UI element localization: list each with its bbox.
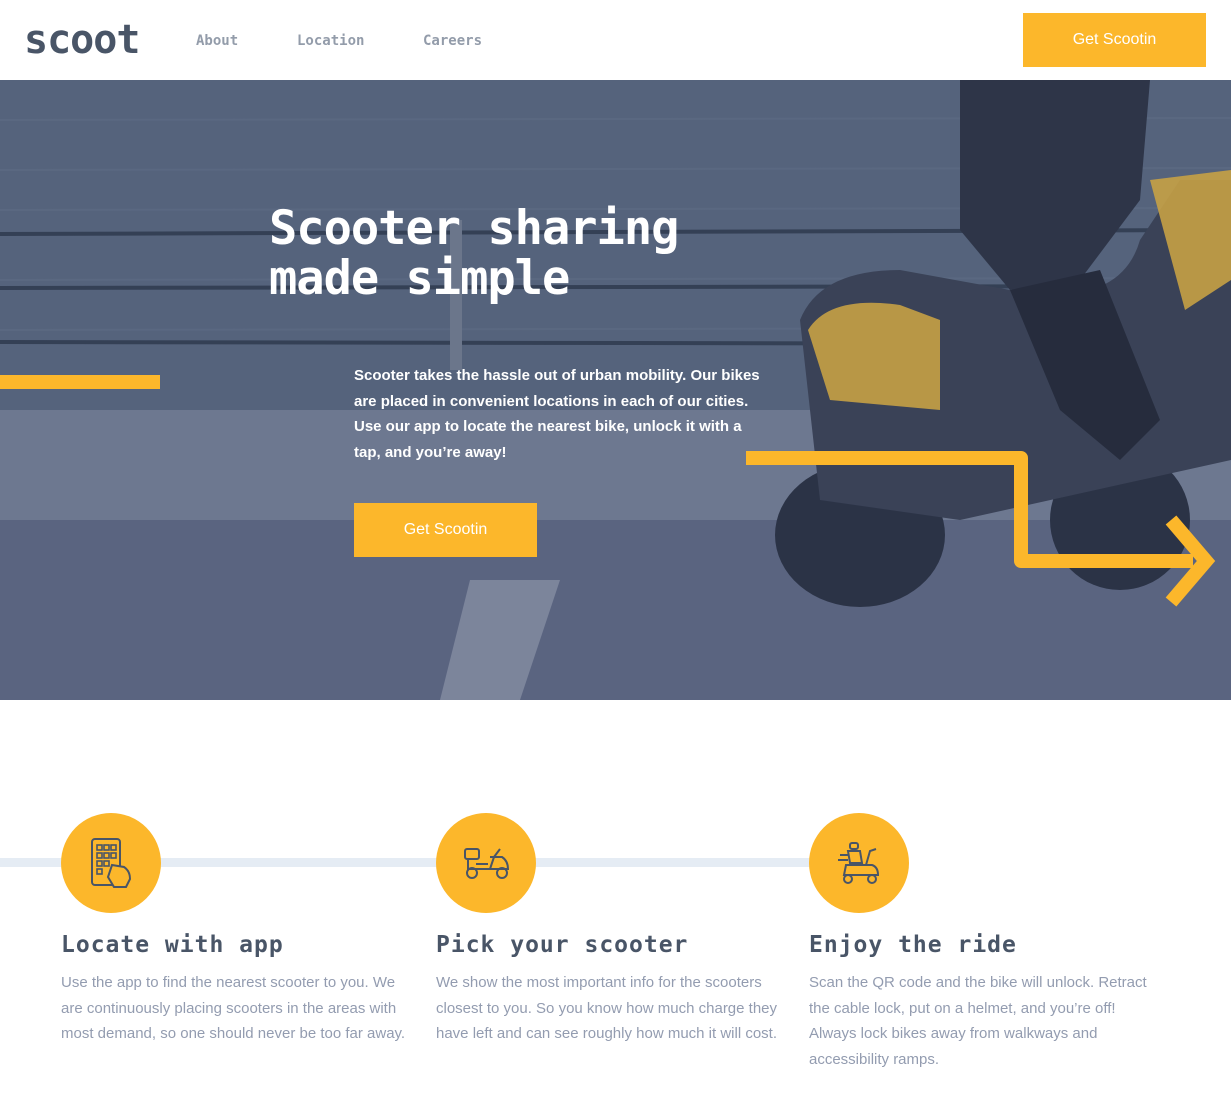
scooter-ride-icon (838, 842, 880, 884)
hero-cta-button[interactable]: Get Scootin (354, 503, 537, 557)
feature-icon-circle-pick (436, 813, 536, 913)
scooter-icon (464, 848, 510, 879)
hero-title-line-2: made simple (269, 251, 570, 306)
feature-text-locate: Use the app to find the nearest scooter … (61, 974, 406, 1042)
hero-section: Scooter sharing made simple Scooter take… (0, 80, 1231, 700)
hero-accent-bar (0, 375, 160, 389)
feature-text-pick: We show the most important info for the … (436, 974, 778, 1042)
feature-icon-circle-locate (61, 813, 161, 913)
hero-title: Scooter sharing made simple (269, 204, 789, 304)
logo[interactable]: scoot (24, 16, 140, 64)
site-header: scoot About Location Careers Get Scootin (0, 0, 1231, 80)
feature-title-locate: Locate with app (61, 932, 284, 958)
hero-description: Scooter takes the hassle out of urban mo… (354, 367, 760, 461)
feature-icon-circle-enjoy (809, 813, 909, 913)
feature-text-enjoy: Scan the QR code and the bike will unloc… (809, 974, 1147, 1068)
nav-link-careers[interactable]: Careers (423, 32, 482, 50)
nav-link-about[interactable]: About (196, 32, 238, 50)
feature-title-enjoy: Enjoy the ride (809, 932, 1017, 958)
feature-title-pick: Pick your scooter (436, 932, 689, 958)
hero-title-line-1: Scooter sharing (269, 201, 679, 256)
phone-app-icon (91, 838, 132, 888)
hero-arrow-icon (746, 451, 1216, 607)
header-cta-button[interactable]: Get Scootin (1023, 13, 1206, 67)
nav-link-location[interactable]: Location (297, 32, 364, 50)
